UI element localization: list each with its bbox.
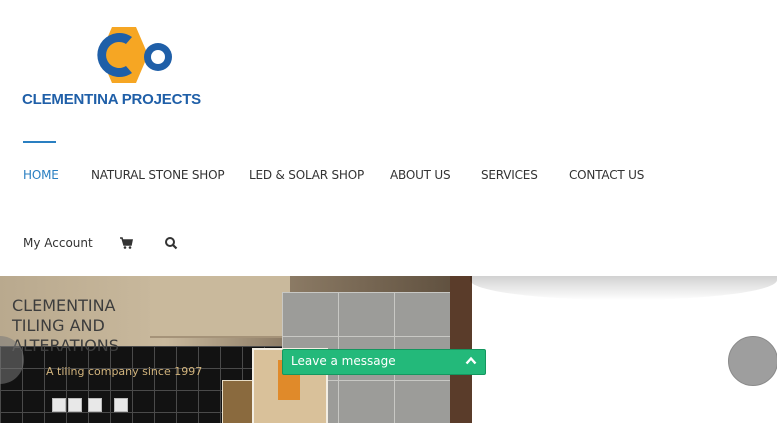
my-account-link[interactable]: My Account (23, 236, 93, 250)
search-icon[interactable] (164, 236, 178, 250)
nav-item-led-solar-shop[interactable]: LED & SOLAR SHOP (249, 168, 364, 182)
active-nav-indicator (23, 141, 56, 143)
header-shadow (470, 276, 777, 300)
logo-mark-icon (97, 27, 172, 83)
nav-item-about-us[interactable]: ABOUT US (390, 168, 451, 182)
cart-icon[interactable] (119, 236, 133, 250)
slider-next-button[interactable] (728, 336, 777, 386)
chat-widget-label: Leave a message (291, 354, 396, 368)
site-logo[interactable]: CLEMENTINA PROJECTS (22, 25, 222, 110)
site-header: CLEMENTINA PROJECTS HOME NATURAL STONE S… (0, 0, 777, 276)
hero-tagline: A tiling company since 1997 (46, 365, 203, 378)
chat-widget[interactable]: Leave a message (282, 349, 486, 375)
logo-text: CLEMENTINA PROJECTS (22, 91, 201, 108)
nav-item-home[interactable]: HOME (23, 168, 59, 182)
nav-item-contact-us[interactable]: CONTACT US (569, 168, 644, 182)
nav-item-natural-stone-shop[interactable]: NATURAL STONE SHOP (91, 168, 225, 182)
hero-title: CLEMENTINA TILING AND ALTERATIONS (12, 296, 119, 355)
chevron-up-icon[interactable] (465, 355, 477, 367)
nav-item-services[interactable]: SERVICES (481, 168, 538, 182)
